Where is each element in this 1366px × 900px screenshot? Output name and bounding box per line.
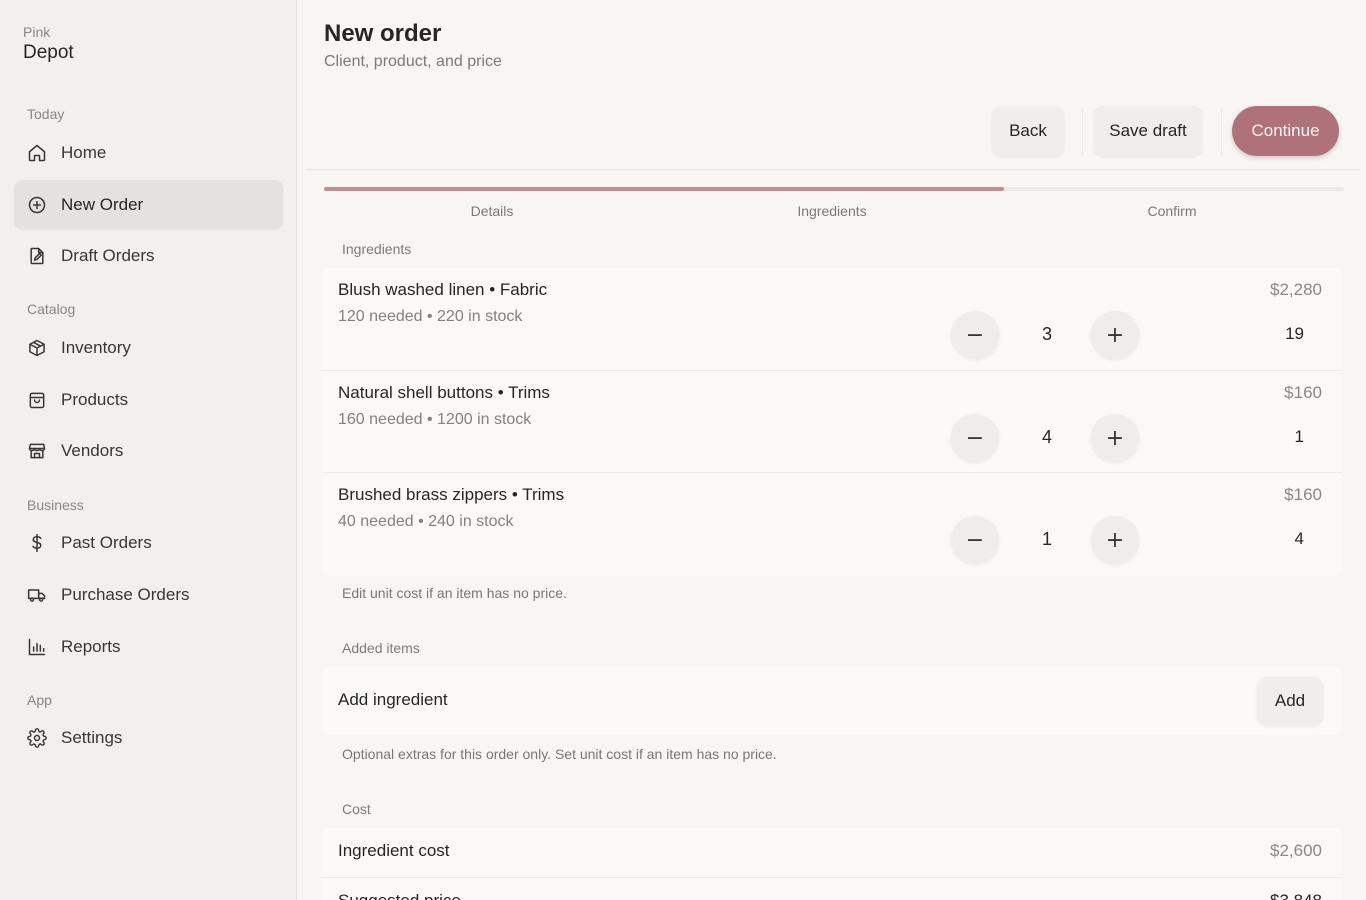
step-confirm[interactable]: Confirm xyxy=(1072,203,1272,219)
sidebar: Pink Depot Today Home New Order Draft Or… xyxy=(0,0,297,900)
cost-summary: Ingredient cost $2,600 Suggested price $… xyxy=(321,828,1342,900)
minus-icon: − xyxy=(965,527,985,553)
plus-icon: + xyxy=(1105,425,1125,451)
plus-icon: + xyxy=(1105,322,1125,348)
add-ingredient-label: Add ingredient xyxy=(338,690,448,709)
sidebar-item-label: Purchase Orders xyxy=(61,584,190,604)
decrement-button[interactable]: − xyxy=(951,516,999,564)
increment-button[interactable]: + xyxy=(1091,311,1139,359)
cost-row-ingredient: Ingredient cost $2,600 xyxy=(321,828,1342,877)
sidebar-item-label: Inventory xyxy=(61,337,131,357)
back-button[interactable]: Back xyxy=(992,106,1064,156)
section-label-app: App xyxy=(27,692,52,708)
save-draft-button[interactable]: Save draft xyxy=(1094,106,1202,156)
sidebar-item-label: Home xyxy=(61,142,107,162)
sidebar-item-products[interactable]: Products xyxy=(14,375,283,424)
bar-chart-icon xyxy=(27,637,47,657)
section-title-cost: Cost xyxy=(342,801,371,817)
sidebar-item-label: Past Orders xyxy=(61,532,152,552)
sidebar-item-settings[interactable]: Settings xyxy=(14,713,283,762)
shopping-bag-icon xyxy=(27,390,47,410)
ingredient-stock: 40 needed • 240 in stock xyxy=(338,513,514,530)
added-items-help-text: Optional extras for this order only. Set… xyxy=(342,746,777,762)
add-ingredient-button[interactable]: Add xyxy=(1257,677,1323,725)
minus-icon: − xyxy=(965,322,985,348)
ingredient-price[interactable]: $2,280 xyxy=(1270,280,1322,300)
brand-top-text: Pink xyxy=(23,24,51,40)
increment-button[interactable]: + xyxy=(1091,516,1139,564)
decrement-button[interactable]: − xyxy=(951,414,999,462)
sidebar-item-past-orders[interactable]: Past Orders xyxy=(14,518,283,567)
plus-icon: + xyxy=(1105,527,1125,553)
sidebar-item-inventory[interactable]: Inventory xyxy=(14,323,283,372)
sidebar-item-label: New Order xyxy=(61,194,144,214)
cost-row-suggested-price: Suggested price $3,848 xyxy=(321,877,1342,900)
progress-stepper xyxy=(324,187,1344,191)
section-title-ingredients: Ingredients xyxy=(342,241,412,257)
sidebar-item-label: Draft Orders xyxy=(61,245,155,265)
step-details[interactable]: Details xyxy=(392,203,592,219)
quantity-value: 1 xyxy=(1041,529,1052,549)
ingredients-list: Blush washed linen • Fabric 120 needed •… xyxy=(321,268,1342,576)
quantity-value: 4 xyxy=(1041,427,1052,447)
gear-icon xyxy=(27,727,47,748)
section-title-added-items: Added items xyxy=(342,640,420,656)
divider xyxy=(1221,110,1222,154)
ingredient-name: Brushed brass zippers • Trims xyxy=(338,485,565,504)
ingredient-stock: 120 needed • 220 in stock xyxy=(338,308,523,325)
header-divider xyxy=(305,169,1360,170)
ingredient-count: 1 xyxy=(1294,427,1304,446)
sidebar-item-label: Products xyxy=(61,389,129,409)
dollar-icon xyxy=(27,533,47,553)
home-icon xyxy=(27,143,47,163)
sidebar-item-draft-orders[interactable]: Draft Orders xyxy=(14,231,283,280)
ingredient-row: Blush washed linen • Fabric 120 needed •… xyxy=(321,268,1342,370)
increment-button[interactable]: + xyxy=(1091,414,1139,462)
add-ingredient-row: Add ingredient Add xyxy=(321,667,1342,735)
truck-icon xyxy=(27,585,47,605)
section-label-business: Business xyxy=(27,497,84,513)
ingredient-stock: 160 needed • 1200 in stock xyxy=(338,411,532,428)
ingredient-name: Blush washed linen • Fabric xyxy=(338,280,548,299)
decrement-button[interactable]: − xyxy=(951,311,999,359)
ingredient-row: Natural shell buttons • Trims 160 needed… xyxy=(321,370,1342,472)
ingredient-price[interactable]: $160 xyxy=(1284,485,1322,505)
section-label-catalog: Catalog xyxy=(27,301,76,317)
plus-circle-icon xyxy=(27,195,47,215)
cost-label: Ingredient cost xyxy=(338,841,450,860)
cost-label: Suggested price xyxy=(338,891,461,900)
page-title: New order xyxy=(324,20,442,47)
step-ingredients[interactable]: Ingredients xyxy=(732,203,932,219)
document-edit-icon xyxy=(27,246,47,266)
cost-value: $2,600 xyxy=(1270,841,1322,860)
sidebar-item-reports[interactable]: Reports xyxy=(14,622,283,671)
cost-value: $3,848 xyxy=(1270,891,1322,900)
page-subtitle: Client, product, and price xyxy=(324,53,502,70)
store-icon xyxy=(27,441,47,461)
brand-name: Depot xyxy=(23,42,74,63)
continue-button[interactable]: Continue xyxy=(1232,106,1339,156)
main-content: New order Client, product, and price Bac… xyxy=(297,0,1366,900)
ingredient-count: 4 xyxy=(1294,529,1304,548)
brand-logo[interactable]: Pink Depot xyxy=(23,24,74,65)
sidebar-item-label: Reports xyxy=(61,636,121,656)
sidebar-item-home[interactable]: Home xyxy=(14,128,283,177)
progress-fill xyxy=(324,187,1005,191)
ingredient-count: 19 xyxy=(1285,324,1304,343)
minus-icon: − xyxy=(965,425,985,451)
divider xyxy=(1082,110,1083,154)
section-label-today: Today xyxy=(27,106,65,122)
sidebar-item-vendors[interactable]: Vendors xyxy=(14,426,283,475)
ingredient-price[interactable]: $160 xyxy=(1284,383,1322,403)
sidebar-item-label: Settings xyxy=(61,727,123,747)
ingredient-row: Brushed brass zippers • Trims 40 needed … xyxy=(321,472,1342,574)
box-icon xyxy=(27,338,47,358)
sidebar-item-purchase-orders[interactable]: Purchase Orders xyxy=(14,570,283,619)
ingredients-help-text: Edit unit cost if an item has no price. xyxy=(342,585,567,601)
sidebar-item-new-order[interactable]: New Order xyxy=(14,180,283,229)
sidebar-item-label: Vendors xyxy=(61,440,124,460)
quantity-value: 3 xyxy=(1041,324,1052,344)
ingredient-name: Natural shell buttons • Trims xyxy=(338,383,550,402)
